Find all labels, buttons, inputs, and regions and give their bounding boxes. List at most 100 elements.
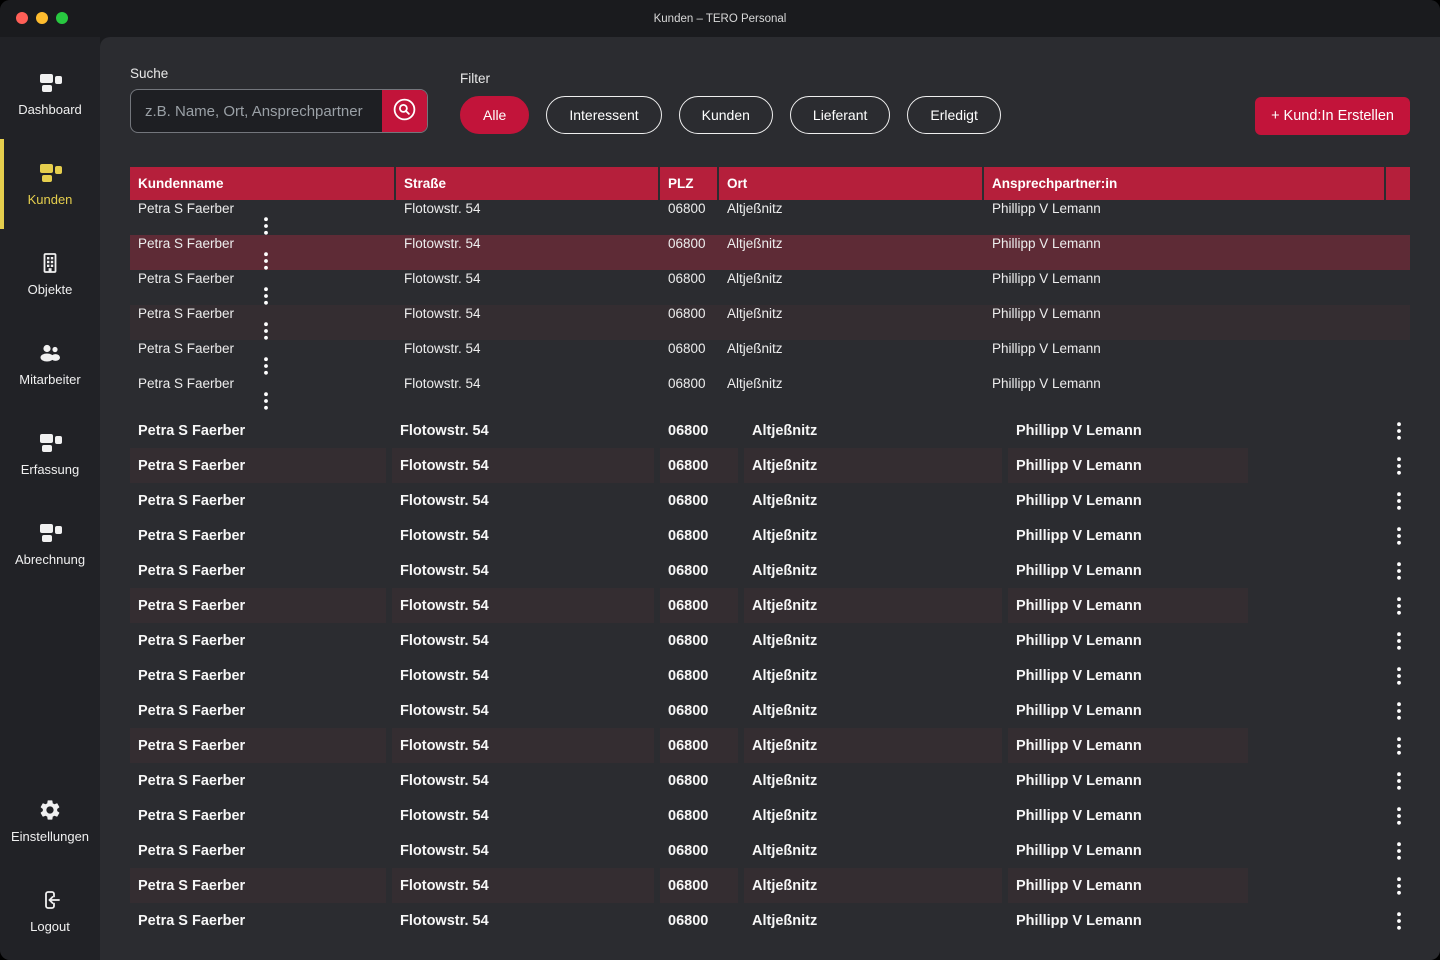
create-customer-button[interactable]: + Kund:In Erstellen (1255, 97, 1410, 135)
filter-chip-kunden[interactable]: Kunden (679, 96, 773, 134)
row-menu-button[interactable] (1388, 798, 1410, 833)
sidebar-item-label: Abrechnung (15, 552, 85, 567)
row-menu-button[interactable] (1388, 658, 1410, 693)
sidebar-item-objekte[interactable]: Objekte (0, 229, 100, 319)
table-row[interactable]: Petra S Faerber Flotowstr. 54 06800 Altj… (130, 448, 1410, 483)
search-input[interactable] (131, 90, 382, 132)
row-menu-button[interactable] (1388, 448, 1410, 483)
sidebar-item-abrechnung[interactable]: Abrechnung (0, 499, 100, 589)
cell-plz: 06800 (660, 413, 738, 448)
sidebar-footer: Einstellungen Logout (0, 776, 100, 960)
row-menu-button[interactable] (1388, 553, 1410, 588)
cell-actions (1380, 833, 1410, 868)
row-menu-button[interactable] (1388, 728, 1410, 763)
cell-kundenname: Petra S Faerber (130, 235, 394, 251)
kebab-icon (264, 217, 268, 235)
cell-kundenname: Petra S Faerber (130, 623, 386, 658)
kebab-icon (1397, 807, 1401, 825)
row-menu-button[interactable] (1388, 868, 1410, 903)
table-row[interactable]: Petra S Faerber Flotowstr. 54 06800 Altj… (130, 200, 1410, 235)
titlebar: Kunden – TERO Personal (0, 0, 1440, 37)
sidebar-item-erfassung[interactable]: Erfassung (0, 409, 100, 499)
sidebar-item-label: Objekte (28, 282, 73, 297)
table-row[interactable]: Petra S Faerber Flotowstr. 54 06800 Altj… (130, 413, 1410, 448)
cell-strasse: Flotowstr. 54 (392, 553, 654, 588)
table-row[interactable]: Petra S Faerber Flotowstr. 54 06800 Altj… (130, 270, 1410, 305)
row-menu-button[interactable] (138, 321, 394, 340)
billing-icon (38, 521, 62, 545)
cell-plz: 06800 (660, 483, 738, 518)
table-row[interactable]: Petra S Faerber Flotowstr. 54 06800 Altj… (130, 728, 1410, 763)
row-menu-button[interactable] (1388, 588, 1410, 623)
table-row[interactable]: Petra S Faerber Flotowstr. 54 06800 Altj… (130, 518, 1410, 553)
row-menu-button[interactable] (1388, 483, 1410, 518)
table-row[interactable]: Petra S Faerber Flotowstr. 54 06800 Altj… (130, 693, 1410, 728)
cell-plz: 06800 (660, 763, 738, 798)
sidebar-item-logout[interactable]: Logout (0, 866, 100, 956)
cell-actions (1380, 658, 1410, 693)
close-window-button[interactable] (16, 12, 28, 24)
zoom-window-button[interactable] (56, 12, 68, 24)
search-button[interactable] (382, 90, 427, 132)
table-row[interactable]: Petra S Faerber Flotowstr. 54 06800 Altj… (130, 588, 1410, 623)
sidebar-item-dashboard[interactable]: Dashboard (0, 49, 100, 139)
table-row[interactable]: Petra S Faerber Flotowstr. 54 06800 Altj… (130, 235, 1410, 270)
table-row[interactable]: Petra S Faerber Flotowstr. 54 06800 Altj… (130, 833, 1410, 868)
minimize-window-button[interactable] (36, 12, 48, 24)
sidebar-item-kunden[interactable]: Kunden (0, 139, 100, 229)
filter-chip-alle[interactable]: Alle (460, 96, 529, 134)
table-row[interactable]: Petra S Faerber Flotowstr. 54 06800 Altj… (130, 868, 1410, 903)
sidebar-item-einstellungen[interactable]: Einstellungen (0, 776, 100, 866)
row-menu-button[interactable] (1388, 518, 1410, 553)
cell-spacer (1254, 553, 1374, 588)
row-menu-button[interactable] (1388, 623, 1410, 658)
row-menu-button[interactable] (138, 251, 394, 270)
row-menu-button[interactable] (1388, 413, 1410, 448)
cell-kundenname: Petra S Faerber (130, 375, 394, 391)
cell-ansprechpartner: Phillipp V Lemann (1008, 623, 1248, 658)
kebab-icon (264, 252, 268, 270)
table-row[interactable]: Petra S Faerber Flotowstr. 54 06800 Altj… (130, 375, 1410, 410)
cell-strasse: Flotowstr. 54 (396, 270, 658, 286)
table-row[interactable]: Petra S Faerber Flotowstr. 54 06800 Altj… (130, 305, 1410, 340)
filter-chip-interessent[interactable]: Interessent (546, 96, 661, 134)
search-circle-icon (391, 96, 418, 126)
row-menu-button[interactable] (1388, 763, 1410, 798)
cell-strasse: Flotowstr. 54 (392, 413, 654, 448)
cell-strasse: Flotowstr. 54 (392, 728, 654, 763)
column-header-actions (1386, 167, 1410, 200)
sidebar-item-mitarbeiter[interactable]: Mitarbeiter (0, 319, 100, 409)
cell-plz: 06800 (660, 833, 738, 868)
cell-plz: 06800 (660, 270, 717, 286)
table-row[interactable]: Petra S Faerber Flotowstr. 54 06800 Altj… (130, 553, 1410, 588)
sidebar-item-label: Logout (30, 919, 70, 934)
row-menu-button[interactable] (1388, 903, 1410, 938)
row-menu-button[interactable] (138, 391, 394, 410)
gear-icon (38, 798, 62, 822)
cell-plz: 06800 (660, 693, 738, 728)
row-menu-button[interactable] (138, 286, 394, 305)
filter-chip-erledigt[interactable]: Erledigt (907, 96, 1000, 134)
table-row[interactable]: Petra S Faerber Flotowstr. 54 06800 Altj… (130, 658, 1410, 693)
row-menu-button[interactable] (1388, 833, 1410, 868)
filter-chip-lieferant[interactable]: Lieferant (790, 96, 890, 134)
table-row[interactable]: Petra S Faerber Flotowstr. 54 06800 Altj… (130, 763, 1410, 798)
table-row[interactable]: Petra S Faerber Flotowstr. 54 06800 Altj… (130, 903, 1410, 938)
row-menu-button[interactable] (1388, 693, 1410, 728)
kebab-icon (1397, 492, 1401, 510)
kebab-icon (264, 322, 268, 340)
row-menu-button[interactable] (138, 216, 394, 235)
cell-plz: 06800 (660, 448, 738, 483)
cell-ansprechpartner: Phillipp V Lemann (1008, 903, 1248, 938)
cell-strasse: Flotowstr. 54 (392, 623, 654, 658)
table-row[interactable]: Petra S Faerber Flotowstr. 54 06800 Altj… (130, 623, 1410, 658)
row-menu-button[interactable] (138, 356, 394, 375)
kebab-icon (1397, 527, 1401, 545)
cell-strasse: Flotowstr. 54 (396, 200, 658, 216)
cell-actions (1380, 518, 1410, 553)
table-row[interactable]: Petra S Faerber Flotowstr. 54 06800 Altj… (130, 340, 1410, 375)
table-row[interactable]: Petra S Faerber Flotowstr. 54 06800 Altj… (130, 483, 1410, 518)
cell-ansprechpartner: Phillipp V Lemann (1008, 833, 1248, 868)
table-row[interactable]: Petra S Faerber Flotowstr. 54 06800 Altj… (130, 798, 1410, 833)
cell-ansprechpartner: Phillipp V Lemann (1008, 483, 1248, 518)
